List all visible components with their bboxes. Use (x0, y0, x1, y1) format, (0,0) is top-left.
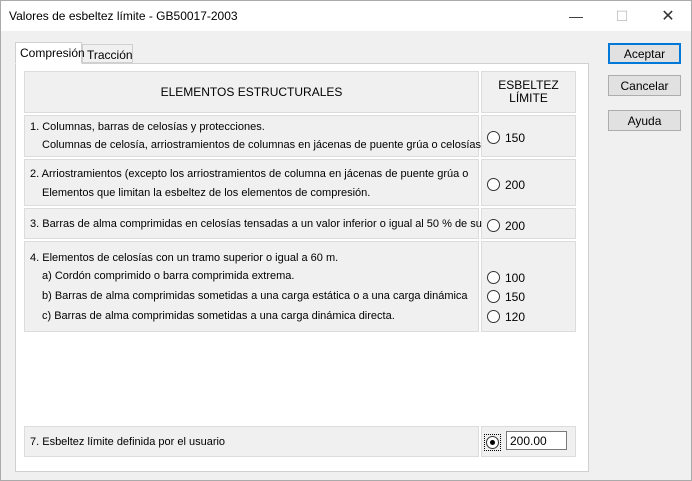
row4-line1: 4. Elementos de celosías con un tramo su… (30, 252, 339, 264)
radio-row2-200[interactable] (487, 178, 500, 191)
radio-row4-150[interactable] (487, 290, 500, 303)
column-header-limit: ESBELTEZ LÍMITE (481, 71, 576, 113)
row2-line1: 2. Arriostramientos (excepto los arriost… (30, 168, 469, 180)
dialog-window: Valores de esbeltez límite - GB50017-200… (0, 0, 692, 481)
row1-line2: Columnas de celosía, arriostramientos de… (42, 139, 482, 151)
row4-sub-c: c) Barras de alma comprimidas sometidas … (42, 310, 395, 322)
radio-row3-200[interactable] (487, 219, 500, 232)
column-header-limit-line2: LÍMITE (509, 91, 548, 105)
title-bar: Valores de esbeltez límite - GB50017-200… (1, 1, 691, 31)
radio-row2-label: 200 (505, 178, 526, 192)
row7-line1: 7. Esbeltez límite definida por el usuar… (30, 436, 226, 448)
row1-line1: 1. Columnas, barras de celosías y protec… (30, 121, 265, 133)
row4-sub-a: a) Cordón comprimido o barra comprimida … (42, 270, 295, 282)
radio-row4-label-c: 120 (505, 310, 526, 324)
tab-compresion[interactable]: Compresión (15, 42, 85, 64)
accept-button[interactable]: Aceptar (608, 43, 681, 64)
window-title: Valores de esbeltez límite - GB50017-200… (9, 9, 238, 23)
radio-row4-label-b: 150 (505, 290, 526, 304)
maximize-icon: ☐ (615, 7, 629, 24)
radio-row1-label: 150 (505, 131, 526, 145)
close-icon[interactable]: ✕ (645, 1, 691, 31)
radio-row4-100[interactable] (487, 271, 500, 284)
radio-row4-120[interactable] (487, 310, 500, 323)
column-header-elements-label: ELEMENTOS ESTRUCTURALES (160, 85, 343, 99)
minimize-icon[interactable]: — (553, 1, 599, 31)
row3-line1: 3. Barras de alma comprimidas en celosía… (30, 218, 482, 230)
row4-sub-b: b) Barras de alma comprimidas sometidas … (42, 290, 468, 302)
row2-line2: Elementos que limitan la esbeltez de los… (42, 187, 371, 199)
tab-traccion[interactable]: Tracción (82, 44, 133, 63)
help-button[interactable]: Ayuda (608, 110, 681, 131)
radio-row4-label-a: 100 (505, 271, 526, 285)
radio-row3-label: 200 (505, 219, 526, 233)
radio-row1-150[interactable] (487, 131, 500, 144)
cancel-button[interactable]: Cancelar (608, 75, 681, 96)
radio-user-defined[interactable] (486, 436, 499, 449)
column-header-elements: ELEMENTOS ESTRUCTURALES (24, 71, 479, 113)
user-limit-input[interactable] (506, 431, 567, 450)
